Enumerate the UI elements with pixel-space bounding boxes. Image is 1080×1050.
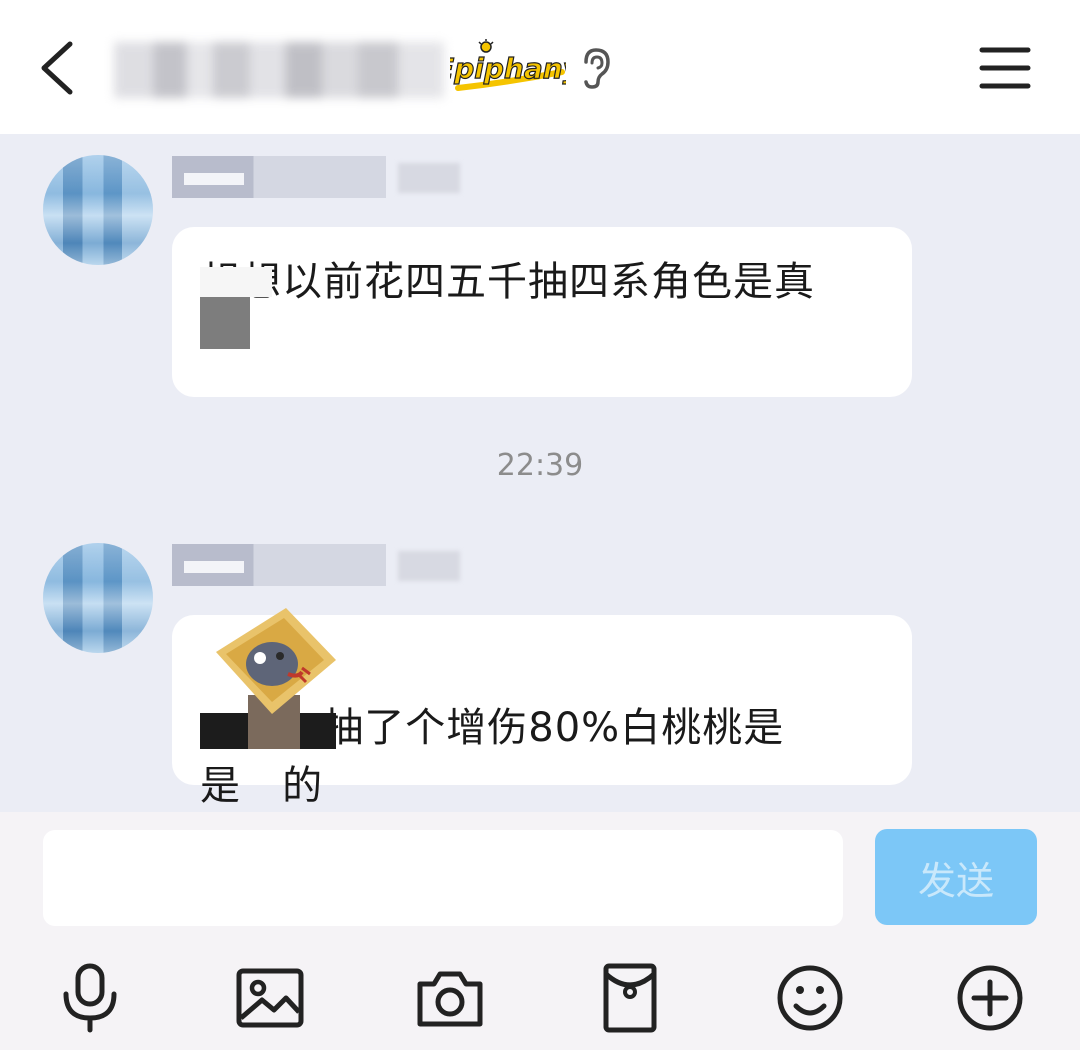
sender-tag-redacted bbox=[398, 551, 460, 581]
sender-avatar[interactable] bbox=[43, 543, 153, 653]
redaction-block bbox=[200, 713, 248, 749]
epiphany-badge[interactable]: Epiphany bbox=[450, 38, 566, 96]
emoji-icon[interactable] bbox=[774, 962, 846, 1034]
message-text: 想想以前花四五千抽四系角色是真 bbox=[200, 259, 815, 305]
red-packet-icon[interactable] bbox=[594, 962, 666, 1034]
sender-name-redacted bbox=[172, 544, 386, 586]
message-input[interactable] bbox=[43, 830, 843, 926]
send-button[interactable]: 发送 bbox=[875, 829, 1037, 925]
composer: 发送 bbox=[0, 812, 1080, 1050]
message-bubble[interactable]: 想想以前花四五千抽四系角色是真 bbox=[172, 227, 912, 397]
microphone-icon[interactable] bbox=[54, 962, 126, 1034]
plus-icon[interactable] bbox=[954, 962, 1026, 1034]
sender-name-redacted bbox=[172, 156, 386, 198]
menu-icon[interactable] bbox=[978, 44, 1032, 92]
redaction-block bbox=[300, 713, 336, 749]
chat-header: Epiphany bbox=[0, 0, 1080, 134]
sender-avatar[interactable] bbox=[43, 155, 153, 265]
timestamp: 22:39 bbox=[496, 448, 584, 483]
chat-title-redacted[interactable] bbox=[114, 42, 444, 98]
sticker-image bbox=[216, 608, 336, 714]
ear-icon[interactable] bbox=[578, 46, 614, 90]
badge-text: Epiphany bbox=[450, 52, 566, 85]
chat-screen: Epiphany 想想以前花四五千抽四系角色是真 22:39 这 抽了个增伤80… bbox=[0, 0, 1080, 1050]
back-icon[interactable] bbox=[30, 36, 90, 100]
redaction-block bbox=[200, 267, 272, 297]
camera-icon[interactable] bbox=[414, 962, 486, 1034]
redaction-block bbox=[200, 297, 250, 349]
image-icon[interactable] bbox=[234, 962, 306, 1034]
sender-tag-redacted bbox=[398, 163, 460, 193]
